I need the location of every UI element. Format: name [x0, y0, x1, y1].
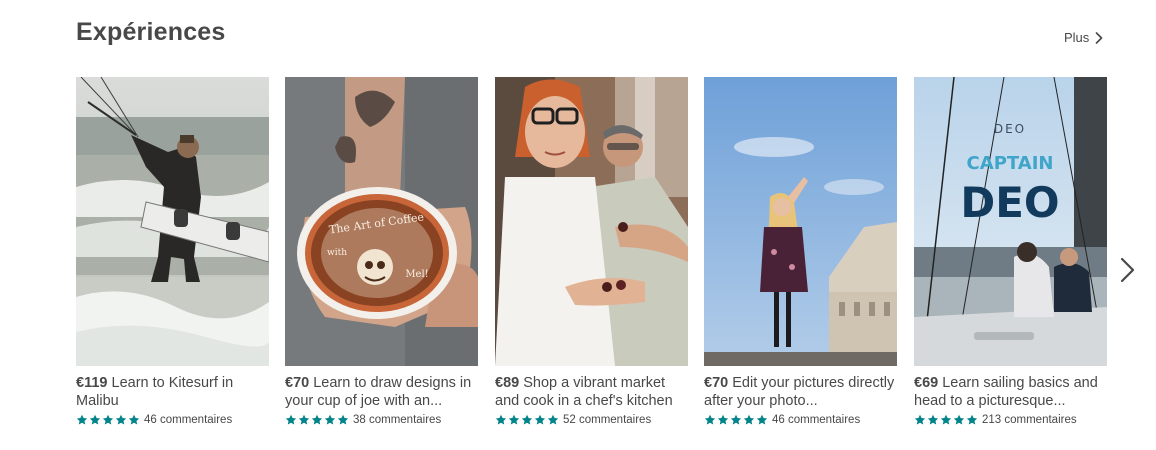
star-icon — [966, 414, 978, 425]
carousel-next-button[interactable] — [1117, 255, 1139, 285]
star-icon — [534, 414, 546, 425]
experience-card[interactable]: The Art of Coffee with Mel! €70 Learn to… — [285, 77, 478, 426]
card-price: €70 — [704, 375, 729, 391]
star-icon — [285, 414, 297, 425]
experience-carousel: €119 Learn to Kitesurf in Malibu 46 comm… — [76, 77, 1108, 437]
experience-card[interactable]: €119 Learn to Kitesurf in Malibu 46 comm… — [76, 77, 269, 426]
star-rating — [76, 414, 140, 426]
card-review-count: 38 commentaires — [353, 414, 442, 426]
card-rating: 38 commentaires — [285, 414, 478, 426]
card-title: Edit your pictures directly after your p… — [704, 375, 895, 409]
more-link-label: Plus — [1064, 30, 1090, 45]
star-icon — [495, 414, 507, 425]
sailing-photo[interactable]: DEO CAPTAIN DEO — [914, 77, 1107, 366]
star-icon — [76, 414, 88, 425]
market-cooking-photo[interactable] — [495, 77, 688, 366]
chevron-right-icon — [1095, 31, 1103, 44]
star-icon — [128, 414, 140, 425]
card-title: Learn to draw designs in your cup of joe… — [285, 375, 472, 409]
more-link[interactable]: Plus — [1064, 30, 1103, 45]
card-review-count: 213 commentaires — [982, 414, 1077, 426]
star-rating — [914, 414, 978, 426]
card-review-count: 46 commentaires — [772, 414, 861, 426]
experience-card[interactable]: DEO CAPTAIN DEO €69 Learn sailing basics… — [914, 77, 1107, 426]
star-rating — [285, 414, 349, 426]
star-icon — [311, 414, 323, 425]
star-icon — [115, 414, 127, 425]
svg-text:CAPTAIN: CAPTAIN — [967, 153, 1054, 174]
star-icon — [730, 414, 742, 425]
card-description: €119 Learn to Kitesurf in Malibu — [76, 374, 269, 410]
star-rating — [704, 414, 768, 426]
card-review-count: 52 commentaires — [563, 414, 652, 426]
svg-text:DEO: DEO — [960, 178, 1059, 227]
star-icon — [927, 414, 939, 425]
star-icon — [717, 414, 729, 425]
card-review-count: 46 commentaires — [144, 414, 233, 426]
card-rating: 46 commentaires — [704, 414, 897, 426]
card-rating: 46 commentaires — [76, 414, 269, 426]
card-description: €69 Learn sailing basics and head to a p… — [914, 374, 1107, 410]
paris-photoshoot-photo[interactable] — [704, 77, 897, 366]
star-icon — [324, 414, 336, 425]
chevron-right-icon — [1120, 257, 1135, 283]
experience-card[interactable]: €89 Shop a vibrant market and cook in a … — [495, 77, 688, 426]
card-description: €70 Edit your pictures directly after yo… — [704, 374, 897, 410]
card-title: Shop a vibrant market and cook in a chef… — [495, 375, 673, 409]
star-icon — [337, 414, 349, 425]
kitesurfer-photo[interactable] — [76, 77, 269, 366]
svg-text:with: with — [327, 248, 347, 258]
star-icon — [89, 414, 101, 425]
card-price: €119 — [76, 375, 108, 391]
star-rating — [495, 414, 559, 426]
svg-text:Mel!: Mel! — [405, 269, 428, 280]
star-icon — [508, 414, 520, 425]
star-icon — [756, 414, 768, 425]
star-icon — [914, 414, 926, 425]
star-icon — [940, 414, 952, 425]
latte-art-photo[interactable]: The Art of Coffee with Mel! — [285, 77, 478, 366]
star-icon — [298, 414, 310, 425]
star-icon — [953, 414, 965, 425]
experience-card[interactable]: €70 Edit your pictures directly after yo… — [704, 77, 897, 426]
card-price: €89 — [495, 375, 520, 391]
star-icon — [521, 414, 533, 425]
star-icon — [102, 414, 114, 425]
card-title: Learn sailing basics and head to a pictu… — [914, 375, 1098, 409]
card-price: €70 — [285, 375, 310, 391]
section-title: Expériences — [76, 18, 226, 46]
star-icon — [547, 414, 559, 425]
star-icon — [704, 414, 716, 425]
card-description: €70 Learn to draw designs in your cup of… — [285, 374, 478, 410]
svg-text:DEO: DEO — [994, 122, 1026, 136]
star-icon — [743, 414, 755, 425]
card-description: €89 Shop a vibrant market and cook in a … — [495, 374, 688, 410]
card-rating: 213 commentaires — [914, 414, 1107, 426]
card-price: €69 — [914, 375, 939, 391]
card-rating: 52 commentaires — [495, 414, 688, 426]
